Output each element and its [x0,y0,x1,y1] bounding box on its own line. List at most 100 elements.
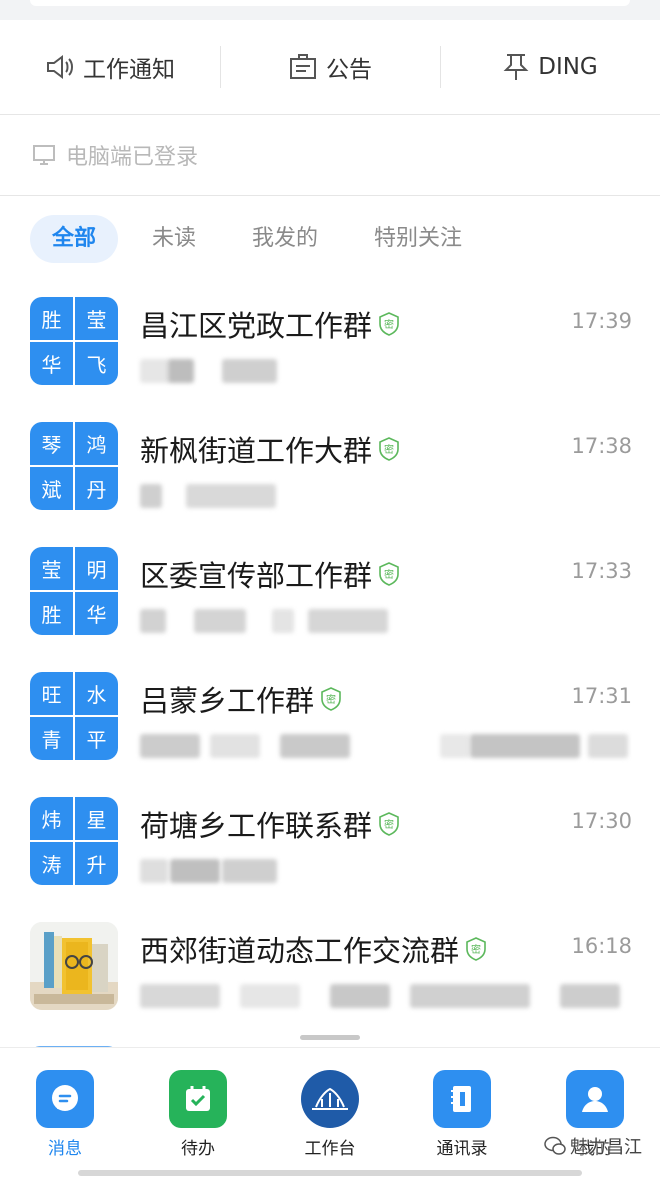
tab-workbench[interactable]: 工作台 [275,1070,385,1159]
secret-badge-icon: 密 [378,312,400,336]
chat-list-item[interactable]: 莹 明 胜 华 区委宣传部工作群 密 17:33 [0,547,660,667]
avatar-divider [30,465,118,467]
avatar-char: 胜 [41,308,62,332]
quick-action-announcement[interactable]: 公告 [220,20,440,114]
avatar-char: 丹 [86,478,107,502]
avatar-divider [30,590,118,592]
avatar-char: 琴 [41,433,62,457]
chat-time: 17:38 [571,434,632,458]
secret-badge-icon: 密 [320,687,342,711]
chat-name: 吕蒙乡工作群 密 [140,678,342,720]
notice-board-icon [290,54,316,79]
tab-label: 消息 [48,1139,82,1159]
contacts-book-icon [433,1070,491,1128]
pin-icon [503,54,529,80]
watermark: 魅力昌江 [544,1133,642,1159]
avatar-char: 华 [86,603,107,627]
avatar-char: 莹 [41,558,62,582]
books-photo-icon [30,922,118,1010]
chat-preview-blurred [140,605,630,635]
chat-name: 新枫街道工作大群 密 [140,428,400,470]
chat-time: 17:30 [571,809,632,833]
chat-name-text: 昌江区党政工作群 [140,309,373,343]
avatar-char: 星 [86,808,107,832]
chat-time: 17:39 [571,309,632,333]
chat-name-text: 吕蒙乡工作群 [140,684,315,718]
chat-name: 昌江区党政工作群 密 [140,303,400,345]
group-photo-avatar [30,922,118,1010]
avatar-char: 水 [86,683,107,707]
chat-list-item[interactable]: 炜 星 涛 升 荷塘乡工作联系群 密 17:30 [0,797,660,917]
quick-actions-bar: 工作通知 公告 DING [0,20,660,115]
tab-todo[interactable]: 待办 [143,1070,253,1159]
avatar-char: 涛 [41,853,62,877]
workbench-logo-icon [301,1070,359,1128]
filter-special-attention[interactable]: 特别关注 [352,215,484,263]
quick-action-ding[interactable]: DING [440,20,660,114]
secret-badge-icon: 密 [378,437,400,461]
secret-badge-label: 密 [326,693,336,706]
group-avatar: 琴 鸿 斌 丹 [30,422,118,510]
message-bubble-icon [36,1070,94,1128]
filter-all[interactable]: 全部 [30,215,119,263]
top-pill [30,0,630,6]
avatar-divider [30,840,118,842]
monitor-icon [33,145,55,165]
group-avatar: 炜 星 涛 升 [30,797,118,885]
tab-label: 通讯录 [436,1139,488,1159]
calendar-check-icon [169,1070,227,1128]
watermark-text: 魅力昌江 [570,1137,642,1158]
chat-name-text: 荷塘乡工作联系群 [140,809,373,843]
chat-name: 区委宣传部工作群 密 [140,553,400,595]
avatar-char: 平 [86,728,107,752]
avatar-char: 胜 [41,603,62,627]
filter-sent-by-me[interactable]: 我发的 [230,215,340,263]
avatar-char: 莹 [86,308,107,332]
avatar-char: 斌 [41,478,62,502]
chat-name-text: 区委宣传部工作群 [140,559,373,593]
top-edge [0,0,660,20]
avatar-char: 明 [86,558,107,582]
group-avatar: 旺 水 青 平 [30,672,118,760]
chat-name-text: 新枫街道工作大群 [140,434,373,468]
avatar-char: 升 [86,853,107,877]
chat-name: 西郊街道动态工作交流群 密 [140,928,487,970]
secret-badge-icon: 密 [378,812,400,836]
secret-badge-label: 密 [384,318,394,331]
secret-badge-label: 密 [384,443,394,456]
drag-handle[interactable] [300,1035,360,1040]
group-avatar: 胜 莹 华 飞 [30,297,118,385]
secret-badge-label: 密 [384,568,394,581]
avatar-char: 飞 [86,353,107,377]
quick-action-label: 公告 [326,57,372,83]
chat-preview-blurred [140,980,630,1010]
secret-badge-icon: 密 [378,562,400,586]
tab-label: 工作台 [304,1139,356,1159]
speaker-icon [47,55,73,79]
chat-name-text: 西郊街道动态工作交流群 [140,934,460,968]
pc-status-text: 电脑端已登录 [66,145,199,170]
avatar-char: 炜 [41,808,62,832]
pc-login-status[interactable]: 电脑端已登录 [0,115,660,196]
person-icon [566,1070,624,1128]
chat-preview-blurred [140,480,630,510]
chat-time: 16:18 [571,934,632,958]
group-avatar: 莹 明 胜 华 [30,547,118,635]
chat-list-item[interactable]: 琴 鸿 斌 丹 新枫街道工作大群 密 17:38 [0,422,660,542]
quick-action-label: 工作通知 [83,57,175,83]
chat-list-item[interactable]: 胜 莹 华 飞 昌江区党政工作群 密 17:39 [0,297,660,417]
avatar-char: 旺 [41,683,62,707]
tab-contacts[interactable]: 通讯录 [407,1070,517,1159]
avatar-char: 华 [41,353,62,377]
chat-list-item[interactable]: 旺 水 青 平 吕蒙乡工作群 密 17:31 [0,672,660,792]
quick-action-work-notice[interactable]: 工作通知 [0,20,220,114]
chat-list-item[interactable]: 西郊街道动态工作交流群 密 16:18 [0,922,660,1042]
avatar-char: 青 [41,728,62,752]
filter-unread[interactable]: 未读 [130,215,218,263]
secret-badge-label: 密 [471,943,481,956]
chat-preview-blurred [140,730,630,760]
chat-time: 17:33 [571,559,632,583]
tab-messages[interactable]: 消息 [10,1070,120,1159]
secret-badge-label: 密 [384,818,394,831]
filter-tabs: 全部 未读 我发的 特别关注 [30,215,496,263]
